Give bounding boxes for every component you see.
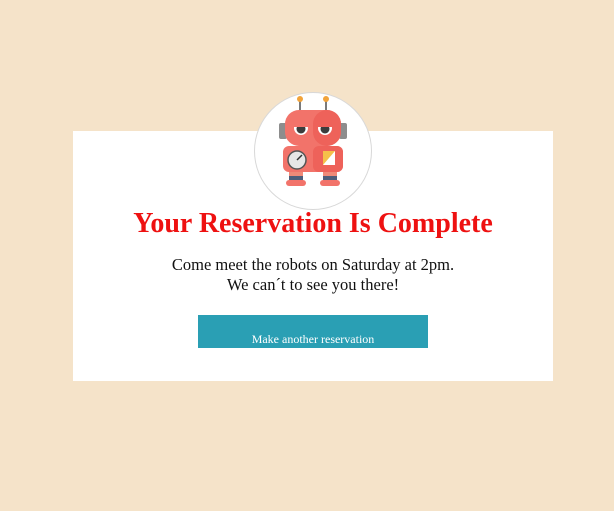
message-line-1: Come meet the robots on Saturday at 2pm. bbox=[171, 255, 455, 274]
page-title: Your Reservation Is Complete bbox=[133, 208, 493, 239]
make-another-reservation-button[interactable]: Make another reservation bbox=[198, 315, 428, 348]
confirmation-message: Come meet the robots on Saturday at 2pm.… bbox=[73, 255, 553, 295]
robot-avatar bbox=[255, 93, 371, 209]
message-line-2: We can´t to see you there! bbox=[226, 275, 400, 294]
robot-icon bbox=[279, 96, 347, 186]
button-label: Make another reservation bbox=[251, 332, 375, 346]
